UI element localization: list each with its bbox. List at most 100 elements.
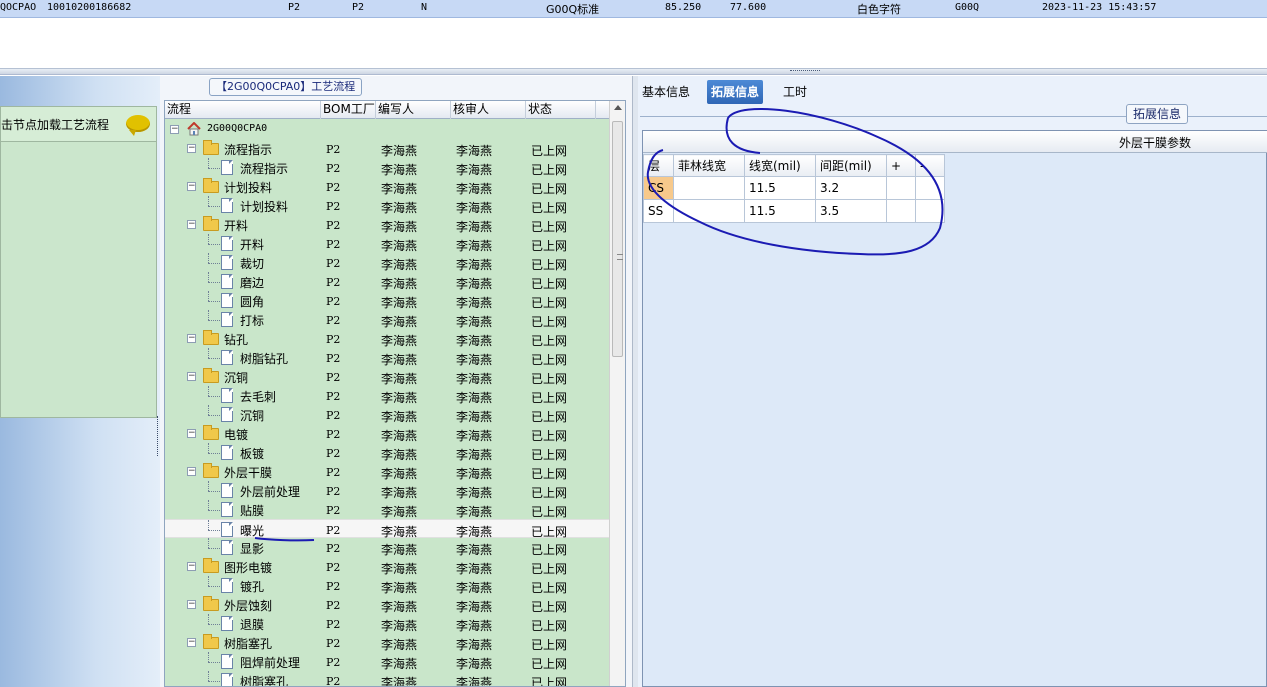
node-hint-text: 击节点加载工艺流程 <box>1 118 110 132</box>
tree-node-label: 流程指示 <box>240 162 289 176</box>
reviewer-cell: 李海燕 <box>456 581 493 595</box>
tree-folder-row[interactable]: − 计划投料 P2 李海燕 李海燕 已上网 <box>165 177 611 196</box>
tree-folder-row[interactable]: − 树脂塞孔 P2 李海燕 李海燕 已上网 <box>165 633 611 652</box>
splitter-grip-icon[interactable] <box>790 70 820 73</box>
param-minus-cell[interactable] <box>915 199 945 223</box>
tree-item-row[interactable]: 镀孔 P2 李海燕 李海燕 已上网 <box>165 576 611 595</box>
tab-work-hours[interactable]: 工时 <box>779 80 811 104</box>
param-spacing-cell[interactable]: 3.5 <box>815 199 887 223</box>
bom-factory-cell: P2 <box>326 428 341 441</box>
tree-folder-row[interactable]: − 沉铜 P2 李海燕 李海燕 已上网 <box>165 367 611 386</box>
col-header-flow[interactable]: 流程 <box>165 101 321 119</box>
tree-connector <box>208 491 220 492</box>
tree-item-row[interactable]: 计划投料 P2 李海燕 李海燕 已上网 <box>165 196 611 215</box>
col-header-writer[interactable]: 编写人 <box>376 101 451 119</box>
tree-item-row[interactable]: 磨边 P2 李海燕 李海燕 已上网 <box>165 272 611 291</box>
param-line-width-cell[interactable]: 11.5 <box>744 176 816 200</box>
status-cell: 已上网 <box>531 201 568 215</box>
tree-connector <box>208 234 209 244</box>
param-row[interactable]: SS 11.5 3.5 <box>643 199 945 223</box>
tree-item-row[interactable]: 开料 P2 李海燕 李海燕 已上网 <box>165 234 611 253</box>
record-factory: P2 <box>288 2 301 13</box>
reviewer-cell: 李海燕 <box>456 391 493 405</box>
scroll-up-icon[interactable] <box>614 105 622 110</box>
collapse-icon[interactable]: − <box>187 182 196 191</box>
param-spacing-cell[interactable]: 3.2 <box>815 176 887 200</box>
tree-folder-row[interactable]: − 流程指示 P2 李海燕 李海燕 已上网 <box>165 139 611 158</box>
tree-folder-row[interactable]: − 外层蚀刻 P2 李海燕 李海燕 已上网 <box>165 595 611 614</box>
tree-item-row[interactable]: 打标 P2 李海燕 李海燕 已上网 <box>165 310 611 329</box>
process-flow-title: 【2G00Q0CPA0】工艺流程 <box>209 78 363 96</box>
tree-node-label: 圆角 <box>240 295 265 309</box>
tree-folder-row[interactable]: − 电镀 P2 李海燕 李海燕 已上网 <box>165 424 611 443</box>
bom-factory-cell: P2 <box>326 618 341 631</box>
selected-record-row[interactable]: QOCPAO 10010200186682 P2 P2 N G00Q标准 85.… <box>0 0 1267 18</box>
tree-item-row[interactable]: 曝光 P2 李海燕 李海燕 已上网 <box>165 519 611 539</box>
collapse-icon[interactable]: − <box>187 429 196 438</box>
col-header-bom-factory[interactable]: BOM工厂 <box>321 101 376 119</box>
collapse-icon[interactable]: − <box>187 562 196 571</box>
tree-item-row[interactable]: 退膜 P2 李海燕 李海燕 已上网 <box>165 614 611 633</box>
tree-item-row[interactable]: 去毛刺 P2 李海燕 李海燕 已上网 <box>165 386 611 405</box>
tree-item-row[interactable]: 外层前处理 P2 李海燕 李海燕 已上网 <box>165 481 611 500</box>
tree-item-row[interactable]: 裁切 P2 李海燕 李海燕 已上网 <box>165 253 611 272</box>
col-header-status[interactable]: 状态 <box>526 101 596 119</box>
tree-item-row[interactable]: 显影 P2 李海燕 李海燕 已上网 <box>165 538 611 557</box>
tree-folder-row[interactable]: − 钻孔 P2 李海燕 李海燕 已上网 <box>165 329 611 348</box>
writer-cell: 李海燕 <box>381 144 418 158</box>
tree-folder-row[interactable]: − 开料 P2 李海燕 李海燕 已上网 <box>165 215 611 234</box>
tab-extended-info[interactable]: 拓展信息 <box>707 80 764 104</box>
tree-vertical-scrollbar[interactable] <box>609 101 625 686</box>
param-plus-cell[interactable] <box>886 199 916 223</box>
param-minus-cell[interactable] <box>915 176 945 200</box>
tree-item-row[interactable]: 阻焊前处理 P2 李海燕 李海燕 已上网 <box>165 652 611 671</box>
tree-folder-row[interactable]: − 外层干膜 P2 李海燕 李海燕 已上网 <box>165 462 611 481</box>
tree-item-row[interactable]: 圆角 P2 李海燕 李海燕 已上网 <box>165 291 611 310</box>
document-icon <box>221 274 233 289</box>
param-header-line-width[interactable]: 线宽(mil) <box>744 154 816 177</box>
bom-factory-cell: P2 <box>326 352 341 365</box>
param-row[interactable]: CS 11.5 3.2 <box>643 176 945 200</box>
param-header-film-width[interactable]: 菲林线宽 <box>673 154 745 177</box>
tree-item-row[interactable]: 树脂塞孔 P2 李海燕 李海燕 已上网 <box>165 671 611 686</box>
status-cell: 已上网 <box>531 505 568 519</box>
tree-item-row[interactable]: 流程指示 P2 李海燕 李海燕 已上网 <box>165 158 611 177</box>
param-film-width-cell[interactable] <box>673 199 745 223</box>
tree-node-label: 打标 <box>240 314 265 328</box>
tree-item-row[interactable]: 树脂钻孔 P2 李海燕 李海燕 已上网 <box>165 348 611 367</box>
param-layer-cell[interactable]: SS <box>643 199 674 223</box>
collapse-icon[interactable]: − <box>170 125 179 134</box>
writer-cell: 李海燕 <box>381 657 418 671</box>
tree-item-row[interactable]: 板镀 P2 李海燕 李海燕 已上网 <box>165 443 611 462</box>
param-header-minus[interactable]: - <box>915 154 945 177</box>
tab-basic-info[interactable]: 基本信息 <box>638 80 694 104</box>
param-header-plus[interactable]: + <box>886 154 916 177</box>
collapse-icon[interactable]: − <box>187 334 196 343</box>
writer-cell: 李海燕 <box>381 638 418 652</box>
param-plus-cell[interactable] <box>886 176 916 200</box>
collapse-icon[interactable]: − <box>187 638 196 647</box>
tree-item-row[interactable]: 沉铜 P2 李海燕 李海燕 已上网 <box>165 405 611 424</box>
scroll-thumb[interactable] <box>612 121 623 357</box>
collapse-icon[interactable]: − <box>187 372 196 381</box>
param-film-width-cell[interactable] <box>673 176 745 200</box>
param-header-layer[interactable]: 层 <box>643 154 674 177</box>
tree-folder-row[interactable]: − 图形电镀 P2 李海燕 李海燕 已上网 <box>165 557 611 576</box>
col-header-reviewer[interactable]: 核审人 <box>451 101 526 119</box>
tree-item-row[interactable]: 贴膜 P2 李海燕 李海燕 已上网 <box>165 500 611 519</box>
param-header-spacing[interactable]: 间距(mil) <box>815 154 887 177</box>
collapse-icon[interactable]: − <box>187 467 196 476</box>
param-layer-cell[interactable]: CS <box>643 176 674 200</box>
bom-factory-cell: P2 <box>326 181 341 194</box>
tree-root-row[interactable]: − 2G00Q0CPA0 <box>165 120 611 139</box>
collapse-icon[interactable]: − <box>187 220 196 229</box>
param-line-width-cell[interactable]: 11.5 <box>744 199 816 223</box>
collapse-icon[interactable]: − <box>187 144 196 153</box>
horizontal-splitter[interactable] <box>0 68 1267 75</box>
status-cell: 已上网 <box>531 258 568 272</box>
writer-cell: 李海燕 <box>381 581 418 595</box>
record-standard: G00Q标准 <box>546 3 600 16</box>
document-icon <box>221 673 233 686</box>
collapse-icon[interactable]: − <box>187 600 196 609</box>
tree-connector <box>208 291 209 301</box>
